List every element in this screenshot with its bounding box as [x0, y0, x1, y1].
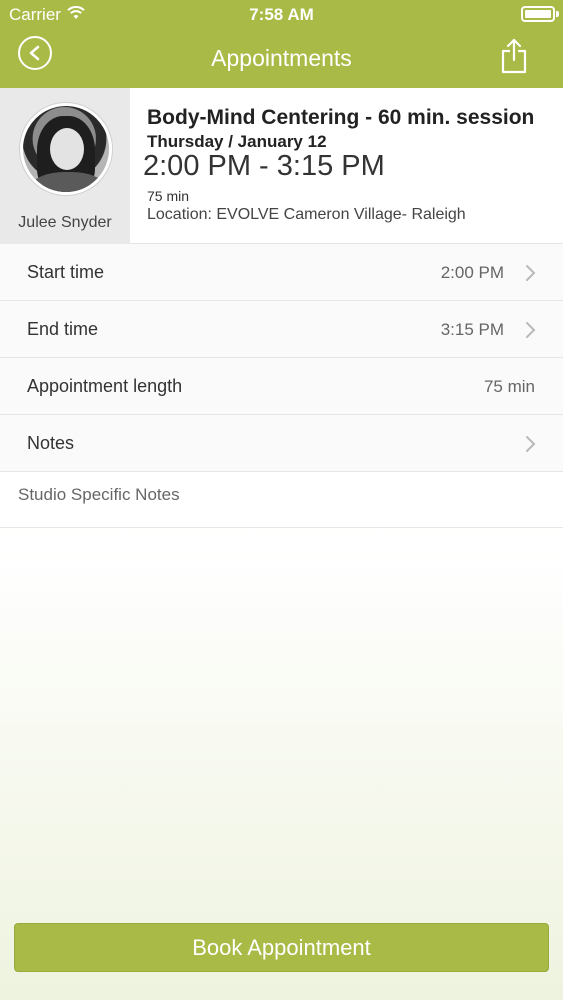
battery-icon: [521, 6, 559, 22]
end-time-row[interactable]: End time 3:15 PM: [0, 301, 563, 358]
chevron-right-icon: [526, 436, 536, 452]
appointment-screen: Carrier 7:58 AM Appointments Julee Snyde…: [0, 0, 563, 1000]
notes-label: Notes: [27, 433, 75, 453]
appointment-date: Thursday / January 12: [147, 132, 327, 151]
service-title: Body-Mind Centering - 60 min. session: [147, 106, 535, 129]
studio-notes: Studio Specific Notes: [0, 472, 563, 528]
status-bar: Carrier 7:58 AM: [0, 0, 563, 28]
end-time-value: 3:15 PM: [440, 320, 504, 339]
notes-row[interactable]: Notes: [0, 415, 563, 472]
appointment-length-label: Appointment length: [27, 376, 183, 396]
avatar: [20, 103, 112, 195]
studio-notes-label: Studio Specific Notes: [18, 485, 180, 504]
appointment-time-range: 2:00 PM - 3:15 PM: [143, 150, 385, 182]
appointment-location: Location: EVOLVE Cameron Village- Raleig…: [147, 206, 466, 223]
page-title: Appointments: [211, 45, 352, 71]
header: Carrier 7:58 AM Appointments: [0, 0, 563, 88]
share-icon[interactable]: [501, 38, 527, 74]
staff-panel: Julee Snyder: [0, 88, 130, 244]
appointment-length-row: Appointment length 75 min: [0, 358, 563, 415]
appointment-duration: 75 min: [147, 188, 190, 204]
appointment-length-value: 75 min: [483, 377, 535, 396]
chevron-right-icon: [526, 322, 536, 338]
book-appointment-button[interactable]: Book Appointment: [14, 923, 549, 972]
start-time-row[interactable]: Start time 2:00 PM: [0, 244, 563, 301]
end-time-label: End time: [27, 319, 99, 339]
staff-name: Julee Snyder: [18, 214, 112, 231]
appointment-summary: Julee Snyder Body-Mind Centering - 60 mi…: [0, 88, 563, 244]
appointment-fields: Start time 2:00 PM End time 3:15 PM Appo…: [0, 244, 563, 528]
status-time: 7:58 AM: [249, 5, 314, 24]
chevron-right-icon: [526, 265, 536, 281]
start-time-value: 2:00 PM: [440, 263, 504, 282]
start-time-label: Start time: [27, 262, 105, 282]
